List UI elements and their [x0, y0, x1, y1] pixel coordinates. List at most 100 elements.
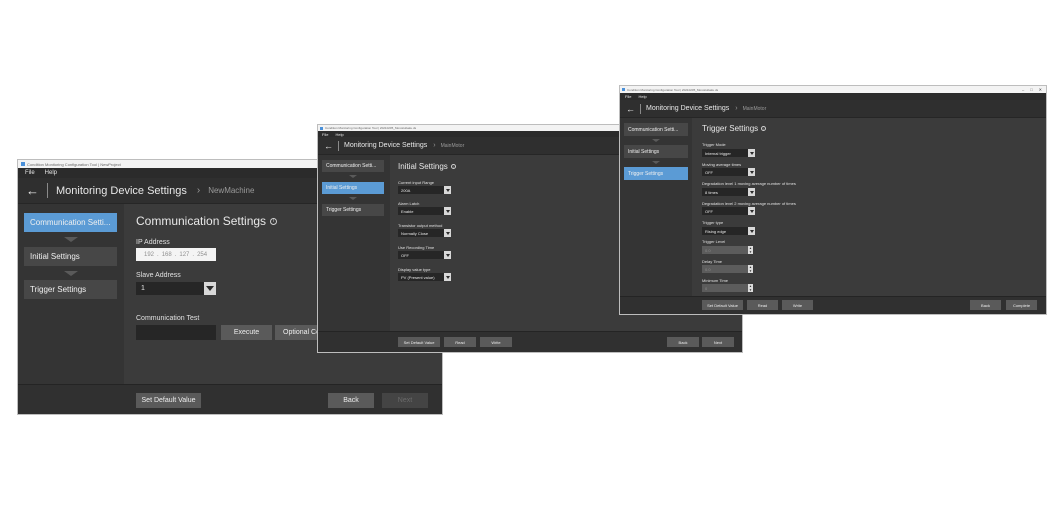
app-icon: [21, 162, 25, 166]
set-default-button[interactable]: Set Default Value: [136, 393, 201, 408]
step-label: Communication Setti...: [326, 163, 377, 169]
step-label: Trigger Settings: [30, 285, 87, 294]
step-initial-settings[interactable]: Initial Settings: [24, 247, 117, 266]
complete-button[interactable]: Complete: [1006, 300, 1037, 310]
info-icon[interactable]: i: [450, 164, 456, 169]
app-icon: [622, 88, 625, 91]
delay-time-label: Delay Time: [702, 259, 723, 264]
current-range-select[interactable]: 200A: [398, 186, 451, 194]
section-title: Initial Settings i: [398, 162, 456, 171]
back-button[interactable]: Back: [667, 337, 699, 347]
set-default-button[interactable]: Set Default Value: [702, 300, 743, 310]
execute-button[interactable]: Execute: [221, 325, 272, 340]
step-communication-settings[interactable]: Communication Setti...: [24, 213, 117, 232]
info-icon[interactable]: i: [270, 217, 278, 225]
write-button[interactable]: Write: [782, 300, 813, 310]
step-arrow-icon: [64, 271, 78, 276]
chevron-down-icon: [444, 229, 451, 237]
step-arrow-icon: [652, 139, 660, 142]
section-title: Trigger Settings i: [702, 124, 767, 133]
ip-address-field[interactable]: 192. 168. 127. 254: [136, 248, 216, 261]
header-divider: [338, 140, 339, 151]
stepper-icon[interactable]: ▲ ▼: [748, 265, 753, 273]
close-icon[interactable]: ✕: [1039, 87, 1042, 92]
read-button[interactable]: Read: [444, 337, 476, 347]
step-sidebar: Communication Setti... Initial Settings …: [18, 204, 124, 414]
trigger-type-select[interactable]: Rising edge: [702, 227, 755, 235]
step-trigger-settings[interactable]: Trigger Settings: [624, 167, 688, 180]
moving-average-select[interactable]: OFF: [702, 168, 755, 176]
trigger-panel: Trigger Settings i Trigger Mode Internal…: [702, 118, 1032, 296]
menu-file[interactable]: File: [322, 132, 328, 137]
alarm-latch-select[interactable]: Enable: [398, 207, 451, 215]
moving-average-label: Moving average times: [702, 162, 742, 167]
chevron-down-icon: [748, 149, 755, 157]
ip-octet-1: 192: [144, 251, 155, 258]
chevron-right-icon: ›: [433, 142, 436, 149]
step-trigger-settings[interactable]: Trigger Settings: [24, 280, 117, 299]
select-value: OFF: [401, 252, 409, 258]
ip-address-label: IP Address: [136, 239, 170, 246]
menu-help[interactable]: Help: [638, 94, 646, 99]
select-value: 8 times: [705, 189, 718, 195]
section-title-text: Initial Settings: [398, 162, 448, 171]
step-communication-settings[interactable]: Communication Setti...: [322, 160, 384, 172]
stepper-icon[interactable]: ▲ ▼: [748, 284, 753, 292]
step-arrow-icon: [652, 161, 660, 164]
stepper-icon[interactable]: ▲ ▼: [748, 246, 753, 254]
minimum-time-label: Minimum Time: [702, 278, 729, 283]
chevron-right-icon: ›: [735, 105, 738, 112]
degradation-1-label: Degradation level 1 moving average numbe…: [702, 181, 796, 186]
step-label: Initial Settings: [326, 185, 358, 191]
step-trigger-settings[interactable]: Trigger Settings: [322, 204, 384, 216]
slave-address-select[interactable]: 1: [136, 282, 216, 295]
delay-time-input[interactable]: 0.0 ▲ ▼: [702, 265, 753, 273]
menu-help[interactable]: Help: [45, 170, 57, 176]
menu-file[interactable]: File: [25, 170, 35, 176]
transistor-output-select[interactable]: Normally Close: [398, 229, 451, 237]
select-value: OFF: [705, 208, 713, 214]
ip-octet-4: 254: [197, 251, 208, 258]
back-arrow-icon[interactable]: ←: [324, 141, 333, 151]
degradation-2-select[interactable]: OFF: [702, 207, 755, 215]
minimize-icon[interactable]: –: [1022, 87, 1024, 92]
read-button[interactable]: Read: [747, 300, 778, 310]
select-value: PV (Present value): [401, 274, 435, 280]
recording-time-select[interactable]: OFF: [398, 251, 451, 259]
communication-test-label: Communication Test: [136, 315, 200, 322]
back-button[interactable]: Back: [328, 393, 374, 408]
trigger-mode-select[interactable]: Internal trigger: [702, 149, 755, 157]
breadcrumb-machine[interactable]: MainMotor: [743, 106, 767, 112]
degradation-2-label: Degradation level 2 moving average numbe…: [702, 201, 796, 206]
set-default-button[interactable]: Set Default Value: [398, 337, 440, 347]
degradation-1-select[interactable]: 8 times: [702, 188, 755, 196]
select-value: Enable: [401, 208, 414, 214]
minimum-time-input[interactable]: 0 ▲ ▼: [702, 284, 753, 292]
window-title: Condition Monitoring Configuration Tool …: [27, 161, 121, 167]
write-button[interactable]: Write: [480, 337, 512, 347]
back-arrow-icon[interactable]: ←: [26, 183, 39, 198]
step-initial-settings[interactable]: Initial Settings: [624, 145, 688, 158]
info-icon[interactable]: i: [761, 126, 767, 131]
chevron-down-icon: [748, 168, 755, 176]
step-initial-settings[interactable]: Initial Settings: [322, 182, 384, 194]
section-title: Communication Settings i: [136, 214, 278, 228]
step-sidebar: Communication Setti... Initial Settings …: [318, 155, 390, 352]
back-arrow-icon[interactable]: ←: [626, 104, 635, 114]
trigger-level-input[interactable]: 0.0 ▲ ▼: [702, 246, 753, 254]
menu-file[interactable]: File: [625, 94, 631, 99]
display-type-select[interactable]: PV (Present value): [398, 273, 451, 281]
back-button[interactable]: Back: [970, 300, 1001, 310]
footer-bar: Set Default Value Back Next: [18, 384, 442, 414]
next-button[interactable]: Next: [702, 337, 734, 347]
menu-help[interactable]: Help: [335, 132, 343, 137]
next-button[interactable]: Next: [382, 393, 428, 408]
step-communication-settings[interactable]: Communication Setti...: [624, 123, 688, 136]
current-range-label: Current input Range: [398, 180, 435, 185]
input-value: 0.0: [705, 247, 711, 253]
breadcrumb-machine[interactable]: MainMotor: [441, 143, 465, 149]
maximize-icon[interactable]: □: [1030, 87, 1032, 92]
breadcrumb-machine[interactable]: NewMachine: [208, 186, 254, 195]
step-arrow-icon: [349, 197, 357, 200]
window-trigger-settings: Condition Monitoring Configuration Tool …: [620, 86, 1046, 314]
